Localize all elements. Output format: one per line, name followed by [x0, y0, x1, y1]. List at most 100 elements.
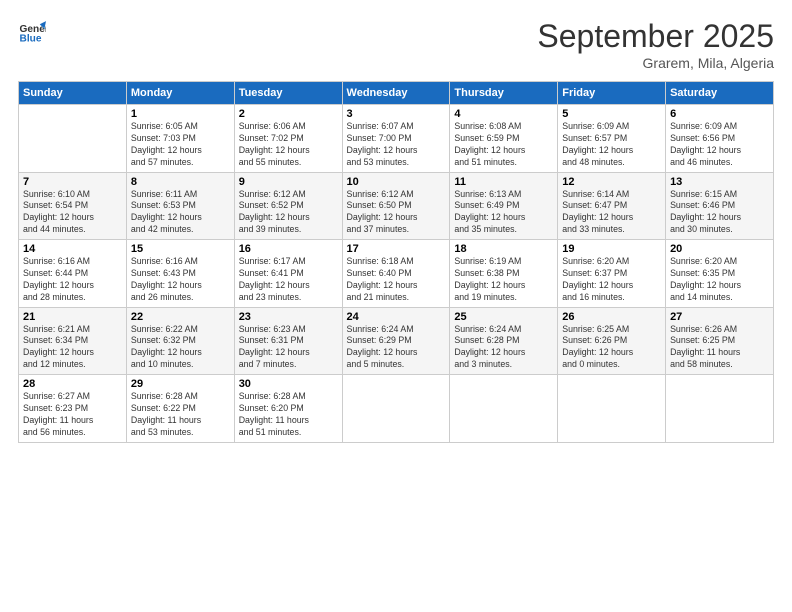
- day-info: Sunrise: 6:10 AMSunset: 6:54 PMDaylight:…: [23, 189, 122, 237]
- col-saturday: Saturday: [666, 82, 774, 105]
- table-row: 20Sunrise: 6:20 AMSunset: 6:35 PMDayligh…: [666, 240, 774, 308]
- day-info: Sunrise: 6:20 AMSunset: 6:37 PMDaylight:…: [562, 256, 661, 304]
- table-row: 12Sunrise: 6:14 AMSunset: 6:47 PMDayligh…: [558, 172, 666, 240]
- day-number: 16: [239, 243, 338, 255]
- table-row: 14Sunrise: 6:16 AMSunset: 6:44 PMDayligh…: [19, 240, 127, 308]
- col-sunday: Sunday: [19, 82, 127, 105]
- table-row: 11Sunrise: 6:13 AMSunset: 6:49 PMDayligh…: [450, 172, 558, 240]
- day-number: 19: [562, 243, 661, 255]
- day-info: Sunrise: 6:24 AMSunset: 6:28 PMDaylight:…: [454, 324, 553, 372]
- day-info: Sunrise: 6:26 AMSunset: 6:25 PMDaylight:…: [670, 324, 769, 372]
- title-block: September 2025 Grarem, Mila, Algeria: [537, 18, 774, 71]
- day-number: 27: [670, 311, 769, 323]
- table-row: 7Sunrise: 6:10 AMSunset: 6:54 PMDaylight…: [19, 172, 127, 240]
- calendar-week-row: 1Sunrise: 6:05 AMSunset: 7:03 PMDaylight…: [19, 105, 774, 173]
- day-info: Sunrise: 6:25 AMSunset: 6:26 PMDaylight:…: [562, 324, 661, 372]
- table-row: 23Sunrise: 6:23 AMSunset: 6:31 PMDayligh…: [234, 307, 342, 375]
- table-row: 4Sunrise: 6:08 AMSunset: 6:59 PMDaylight…: [450, 105, 558, 173]
- day-info: Sunrise: 6:23 AMSunset: 6:31 PMDaylight:…: [239, 324, 338, 372]
- table-row: 27Sunrise: 6:26 AMSunset: 6:25 PMDayligh…: [666, 307, 774, 375]
- logo: General Blue: [18, 18, 46, 46]
- logo-icon: General Blue: [18, 18, 46, 46]
- day-number: 3: [347, 108, 446, 120]
- table-row: 30Sunrise: 6:28 AMSunset: 6:20 PMDayligh…: [234, 375, 342, 443]
- calendar-week-row: 14Sunrise: 6:16 AMSunset: 6:44 PMDayligh…: [19, 240, 774, 308]
- table-row: 1Sunrise: 6:05 AMSunset: 7:03 PMDaylight…: [126, 105, 234, 173]
- table-row: 3Sunrise: 6:07 AMSunset: 7:00 PMDaylight…: [342, 105, 450, 173]
- table-row: [450, 375, 558, 443]
- table-row: 28Sunrise: 6:27 AMSunset: 6:23 PMDayligh…: [19, 375, 127, 443]
- day-number: 28: [23, 378, 122, 390]
- table-row: 18Sunrise: 6:19 AMSunset: 6:38 PMDayligh…: [450, 240, 558, 308]
- table-row: 29Sunrise: 6:28 AMSunset: 6:22 PMDayligh…: [126, 375, 234, 443]
- table-row: 24Sunrise: 6:24 AMSunset: 6:29 PMDayligh…: [342, 307, 450, 375]
- day-number: 22: [131, 311, 230, 323]
- table-row: 25Sunrise: 6:24 AMSunset: 6:28 PMDayligh…: [450, 307, 558, 375]
- day-info: Sunrise: 6:11 AMSunset: 6:53 PMDaylight:…: [131, 189, 230, 237]
- day-info: Sunrise: 6:12 AMSunset: 6:52 PMDaylight:…: [239, 189, 338, 237]
- col-wednesday: Wednesday: [342, 82, 450, 105]
- svg-text:Blue: Blue: [20, 33, 42, 44]
- day-number: 13: [670, 176, 769, 188]
- table-row: 2Sunrise: 6:06 AMSunset: 7:02 PMDaylight…: [234, 105, 342, 173]
- day-number: 12: [562, 176, 661, 188]
- day-number: 21: [23, 311, 122, 323]
- table-row: 6Sunrise: 6:09 AMSunset: 6:56 PMDaylight…: [666, 105, 774, 173]
- day-info: Sunrise: 6:15 AMSunset: 6:46 PMDaylight:…: [670, 189, 769, 237]
- col-monday: Monday: [126, 82, 234, 105]
- day-number: 9: [239, 176, 338, 188]
- day-number: 11: [454, 176, 553, 188]
- day-info: Sunrise: 6:28 AMSunset: 6:20 PMDaylight:…: [239, 391, 338, 439]
- day-number: 26: [562, 311, 661, 323]
- day-info: Sunrise: 6:06 AMSunset: 7:02 PMDaylight:…: [239, 121, 338, 169]
- day-number: 23: [239, 311, 338, 323]
- day-info: Sunrise: 6:27 AMSunset: 6:23 PMDaylight:…: [23, 391, 122, 439]
- table-row: 9Sunrise: 6:12 AMSunset: 6:52 PMDaylight…: [234, 172, 342, 240]
- day-info: Sunrise: 6:09 AMSunset: 6:56 PMDaylight:…: [670, 121, 769, 169]
- table-row: 16Sunrise: 6:17 AMSunset: 6:41 PMDayligh…: [234, 240, 342, 308]
- day-info: Sunrise: 6:14 AMSunset: 6:47 PMDaylight:…: [562, 189, 661, 237]
- day-number: 2: [239, 108, 338, 120]
- day-number: 10: [347, 176, 446, 188]
- table-row: 26Sunrise: 6:25 AMSunset: 6:26 PMDayligh…: [558, 307, 666, 375]
- table-row: 17Sunrise: 6:18 AMSunset: 6:40 PMDayligh…: [342, 240, 450, 308]
- day-info: Sunrise: 6:19 AMSunset: 6:38 PMDaylight:…: [454, 256, 553, 304]
- table-row: [342, 375, 450, 443]
- day-number: 24: [347, 311, 446, 323]
- page-header: General Blue September 2025 Grarem, Mila…: [18, 18, 774, 71]
- day-info: Sunrise: 6:18 AMSunset: 6:40 PMDaylight:…: [347, 256, 446, 304]
- day-info: Sunrise: 6:28 AMSunset: 6:22 PMDaylight:…: [131, 391, 230, 439]
- day-info: Sunrise: 6:13 AMSunset: 6:49 PMDaylight:…: [454, 189, 553, 237]
- table-row: 15Sunrise: 6:16 AMSunset: 6:43 PMDayligh…: [126, 240, 234, 308]
- day-number: 6: [670, 108, 769, 120]
- table-row: 19Sunrise: 6:20 AMSunset: 6:37 PMDayligh…: [558, 240, 666, 308]
- table-row: 21Sunrise: 6:21 AMSunset: 6:34 PMDayligh…: [19, 307, 127, 375]
- table-row: 22Sunrise: 6:22 AMSunset: 6:32 PMDayligh…: [126, 307, 234, 375]
- day-info: Sunrise: 6:21 AMSunset: 6:34 PMDaylight:…: [23, 324, 122, 372]
- day-info: Sunrise: 6:07 AMSunset: 7:00 PMDaylight:…: [347, 121, 446, 169]
- day-number: 30: [239, 378, 338, 390]
- table-row: 5Sunrise: 6:09 AMSunset: 6:57 PMDaylight…: [558, 105, 666, 173]
- month-title: September 2025: [537, 18, 774, 55]
- table-row: [666, 375, 774, 443]
- location-subtitle: Grarem, Mila, Algeria: [537, 55, 774, 71]
- day-number: 29: [131, 378, 230, 390]
- day-number: 15: [131, 243, 230, 255]
- day-info: Sunrise: 6:24 AMSunset: 6:29 PMDaylight:…: [347, 324, 446, 372]
- calendar-week-row: 28Sunrise: 6:27 AMSunset: 6:23 PMDayligh…: [19, 375, 774, 443]
- calendar-week-row: 7Sunrise: 6:10 AMSunset: 6:54 PMDaylight…: [19, 172, 774, 240]
- day-info: Sunrise: 6:16 AMSunset: 6:44 PMDaylight:…: [23, 256, 122, 304]
- table-row: 8Sunrise: 6:11 AMSunset: 6:53 PMDaylight…: [126, 172, 234, 240]
- day-number: 1: [131, 108, 230, 120]
- day-info: Sunrise: 6:17 AMSunset: 6:41 PMDaylight:…: [239, 256, 338, 304]
- col-thursday: Thursday: [450, 82, 558, 105]
- day-info: Sunrise: 6:05 AMSunset: 7:03 PMDaylight:…: [131, 121, 230, 169]
- table-row: 10Sunrise: 6:12 AMSunset: 6:50 PMDayligh…: [342, 172, 450, 240]
- day-number: 5: [562, 108, 661, 120]
- calendar-header-row: Sunday Monday Tuesday Wednesday Thursday…: [19, 82, 774, 105]
- day-info: Sunrise: 6:22 AMSunset: 6:32 PMDaylight:…: [131, 324, 230, 372]
- calendar-week-row: 21Sunrise: 6:21 AMSunset: 6:34 PMDayligh…: [19, 307, 774, 375]
- table-row: [19, 105, 127, 173]
- day-info: Sunrise: 6:12 AMSunset: 6:50 PMDaylight:…: [347, 189, 446, 237]
- day-number: 25: [454, 311, 553, 323]
